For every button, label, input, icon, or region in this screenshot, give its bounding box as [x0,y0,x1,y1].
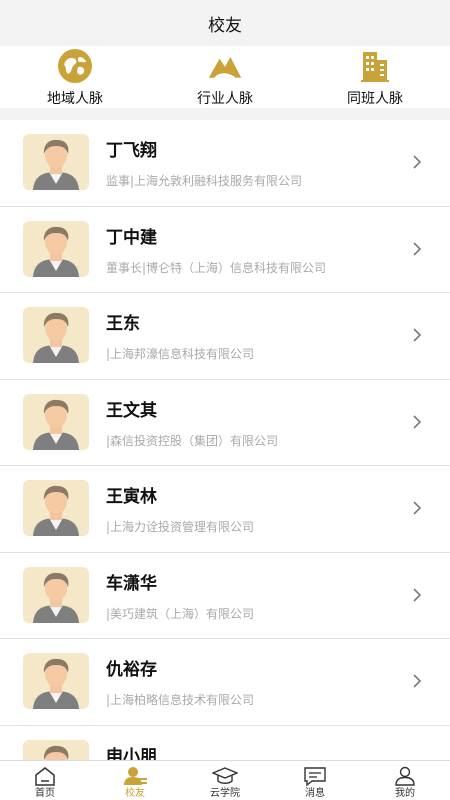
quick-link-region[interactable]: 地域人脉 [0,46,150,108]
graduation-cap-icon [212,765,238,786]
home-icon [32,765,58,786]
list-item[interactable]: 王寅林 |上海力诠投资管理有限公司 [0,466,450,553]
quick-link-industry[interactable]: 行业人脉 [150,46,300,108]
tab-messages[interactable]: 消息 [270,761,360,800]
tab-cloud-academy[interactable]: 云学院 [180,761,270,800]
alumni-detail: |森信投资控股（集团）有限公司 [106,433,279,448]
avatar [23,134,89,190]
chevron-right-icon [413,414,422,429]
alumni-name: 丁飞翔 [106,141,157,161]
alumni-detail: |上海柏略信息技术有限公司 [106,693,255,707]
tab-label: 消息 [305,788,325,799]
tab-alumni[interactable]: 校友 [90,761,180,800]
avatar [23,653,89,709]
quick-link-label: 地域人脉 [47,91,103,107]
avatar [23,393,89,450]
avatar [23,220,89,277]
chevron-right-icon [413,155,422,169]
message-icon [302,765,328,786]
tab-label: 校友 [125,788,145,799]
top-bar: 校友 [0,0,450,46]
quick-links: 地域人脉 行业人脉 同班人脉 [0,46,450,108]
list-item[interactable]: 王东 |上海邦濠信息科技有限公司 [0,293,450,380]
alumni-name: 仇裕存 [106,660,157,680]
alumni-detail: |美巧建筑（上海）有限公司 [106,606,255,621]
building-icon [357,48,393,84]
chevron-right-icon [413,587,422,602]
alumni-name: 丁中建 [106,227,157,248]
chevron-right-icon [413,501,422,515]
tab-home[interactable]: 首页 [0,761,90,800]
alumni-list[interactable]: 丁飞翔 监事|上海允敦利融科技服务有限公司 丁中建 董事长|博仑特（上海）信息科… [0,120,450,760]
tab-label: 云学院 [210,788,240,799]
tab-profile[interactable]: 我的 [360,761,450,800]
list-item[interactable]: 丁飞翔 监事|上海允敦利融科技服务有限公司 [0,120,450,207]
profile-icon [392,765,418,786]
avatar [23,307,89,363]
page-title: 校友 [208,15,242,36]
alumni-detail: 董事长|博仑特（上海）信息科技有限公司 [106,260,327,275]
alumni-name: 王文其 [106,400,157,421]
alumni-detail: 监事|上海允敦利融科技服务有限公司 [106,174,303,188]
alumni-name: 申小朋 [106,746,157,761]
list-item[interactable]: 王文其 |森信投资控股（集团）有限公司 [0,380,450,466]
avatar [23,566,89,623]
alumni-detail: |上海邦濠信息科技有限公司 [106,347,255,361]
quick-link-label: 同班人脉 [347,91,403,107]
list-item[interactable]: 申小朋 [0,726,450,761]
alumni-icon [122,765,148,786]
chevron-right-icon [413,328,422,342]
alumni-name: 王寅林 [106,487,157,507]
avatar [23,739,89,760]
alumni-name: 王东 [106,314,140,334]
chevron-right-icon [413,674,422,688]
globe-icon [57,48,93,84]
list-item[interactable]: 仇裕存 |上海柏略信息技术有限公司 [0,639,450,726]
tab-label: 我的 [395,788,415,799]
alumni-detail: |上海力诠投资管理有限公司 [106,520,255,534]
mountain-icon [207,48,243,84]
avatar [23,480,89,536]
quick-link-class[interactable]: 同班人脉 [300,46,450,108]
alumni-name: 车潇华 [106,573,157,594]
tab-label: 首页 [35,788,55,799]
bottom-tab-bar: 首页 校友 云学院 消息 我的 [0,760,450,800]
chevron-right-icon [413,241,422,256]
quick-link-label: 行业人脉 [197,91,253,107]
list-item[interactable]: 车潇华 |美巧建筑（上海）有限公司 [0,553,450,639]
list-item[interactable]: 丁中建 董事长|博仑特（上海）信息科技有限公司 [0,207,450,293]
